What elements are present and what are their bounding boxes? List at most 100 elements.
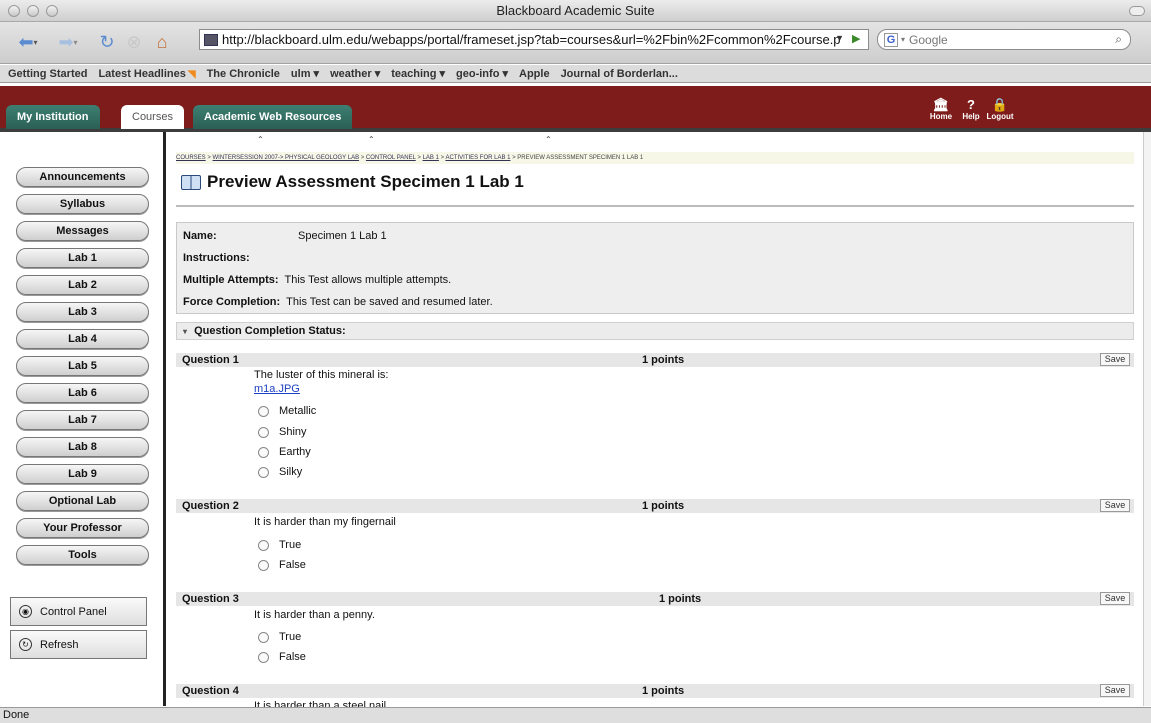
help-icon: ? (967, 97, 975, 112)
bookmark-teaching[interactable]: teaching ▾ (391, 67, 445, 80)
question-1-option-earthy[interactable]: Earthy (258, 446, 311, 458)
save-button[interactable]: Save (1100, 592, 1130, 605)
sidebar-item-lab-6[interactable]: Lab 6 (16, 383, 149, 403)
option-label: True (279, 631, 302, 643)
header-help-link[interactable]: ? Help (958, 98, 984, 121)
bookmark-geo-info[interactable]: geo-info ▾ (456, 67, 508, 80)
info-name-row: Name: Specimen 1 Lab 1 (183, 230, 387, 242)
question-completion-status-toggle[interactable]: ▾ Question Completion Status: (176, 322, 1134, 340)
sidebar-item-tools[interactable]: Tools (16, 545, 149, 565)
tab-academic-web-resources[interactable]: Academic Web Resources (193, 105, 353, 129)
back-arrow-icon: ⬅ (18, 31, 34, 52)
info-instructions-row: Instructions: (183, 252, 250, 264)
breadcrumb-courses[interactable]: COURSES (176, 155, 206, 161)
bookmark-apple[interactable]: Apple (519, 68, 550, 80)
url-bar[interactable]: http://blackboard.ulm.edu/webapps/portal… (199, 29, 869, 50)
search-input[interactable]: G ▾ Google ⌕ (877, 29, 1131, 50)
question-3-option-false[interactable]: False (258, 651, 306, 663)
question-2-option-false[interactable]: False (258, 559, 306, 571)
go-button[interactable]: ▶ (852, 32, 860, 45)
chevron-down-icon: ▾ (33, 37, 38, 47)
breadcrumb-lab-1[interactable]: LAB 1 (423, 155, 439, 161)
page-title: Preview Assessment Specimen 1 Lab 1 (181, 172, 524, 192)
save-button[interactable]: Save (1100, 684, 1130, 697)
sidebar-item-lab-5[interactable]: Lab 5 (16, 356, 149, 376)
book-icon (181, 174, 201, 190)
radio-button[interactable] (258, 631, 269, 643)
save-button[interactable]: Save (1100, 499, 1130, 512)
refresh-button[interactable]: ↻ Refresh (10, 630, 147, 659)
tab-my-institution[interactable]: My Institution (6, 105, 100, 129)
chevron-down-icon: ▾ (73, 37, 78, 47)
question-3-option-true[interactable]: True (258, 631, 301, 643)
status-text: Done (3, 709, 30, 721)
option-label: False (279, 651, 306, 663)
sidebar-item-lab-2[interactable]: Lab 2 (16, 275, 149, 295)
google-icon: G (884, 32, 898, 47)
breadcrumb-control-panel[interactable]: CONTROL PANEL (366, 155, 416, 161)
stop-button[interactable]: ⊗ (122, 30, 146, 54)
bookmark-journal[interactable]: Journal of Borderlan... (561, 68, 678, 80)
breadcrumb-course[interactable]: WINTERSESSION 2007-> PHYSICAL GEOLOGY LA… (213, 155, 360, 161)
home-button[interactable]: ⌂ (150, 30, 174, 54)
sidebar-item-lab-7[interactable]: Lab 7 (16, 410, 149, 430)
sidebar-item-your-professor[interactable]: Your Professor (16, 518, 149, 538)
sidebar-item-lab-9[interactable]: Lab 9 (16, 464, 149, 484)
sidebar-item-messages[interactable]: Messages (16, 221, 149, 241)
sidebar-item-syllabus[interactable]: Syllabus (16, 194, 149, 214)
info-attempts-value: This Test allows multiple attempts. (284, 274, 452, 286)
radio-button[interactable] (258, 426, 269, 438)
save-button[interactable]: Save (1100, 353, 1130, 366)
sidebar-item-lab-4[interactable]: Lab 4 (16, 329, 149, 349)
status-bar: Done (0, 707, 1151, 723)
radio-button[interactable] (258, 651, 269, 663)
question-1-option-shiny[interactable]: Shiny (258, 426, 307, 438)
sidebar-item-announcements[interactable]: Announcements (16, 167, 149, 187)
bookmark-weather[interactable]: weather ▾ (330, 67, 380, 80)
tab-courses[interactable]: Courses (121, 105, 184, 129)
radio-button[interactable] (258, 405, 269, 417)
sidebar-item-lab-3[interactable]: Lab 3 (16, 302, 149, 322)
question-4-header: Question 4 1 points Save (176, 684, 1134, 698)
bookmark-latest-headlines[interactable]: Latest Headlines ◥ (98, 68, 195, 80)
vertical-scrollbar[interactable] (1143, 132, 1151, 706)
home-icon: ⌂ (156, 31, 168, 52)
question-1-image-link[interactable]: m1a.JPG (254, 383, 300, 395)
search-icon[interactable]: ⌕ (1115, 32, 1122, 47)
radio-button[interactable] (258, 446, 269, 458)
close-window-button[interactable] (8, 5, 20, 17)
option-label: Metallic (279, 405, 317, 417)
bookmark-ulm[interactable]: ulm ▾ (291, 67, 319, 80)
toolbar-toggle-button[interactable] (1129, 6, 1145, 16)
rss-icon: ◥ (187, 68, 196, 80)
question-1-option-silky[interactable]: Silky (258, 466, 302, 478)
radio-button[interactable] (258, 539, 269, 551)
zoom-window-button[interactable] (46, 5, 58, 17)
question-1-option-metallic[interactable]: Metallic (258, 405, 316, 417)
question-number: Question 1 (182, 354, 239, 366)
question-2-option-true[interactable]: True (258, 539, 301, 551)
radio-button[interactable] (258, 559, 269, 571)
question-number: Question 2 (182, 500, 239, 512)
bookmark-getting-started[interactable]: Getting Started (8, 68, 87, 80)
chevron-down-icon: ▾ (901, 35, 906, 44)
radio-button[interactable] (258, 466, 269, 478)
back-button[interactable]: ⬅ ▾ (10, 30, 46, 54)
sidebar-item-optional-lab[interactable]: Optional Lab (16, 491, 149, 511)
forward-button[interactable]: ➡ ▾ (50, 30, 86, 54)
info-attempts-row: Multiple Attempts: This Test allows multi… (183, 274, 451, 286)
control-panel-button[interactable]: ◉ Control Panel (10, 597, 147, 626)
info-completion-row: Force Completion: This Test can be saved … (183, 296, 493, 308)
main-content: ⌃ ⌃ ⌃ COURSES > WINTERSESSION 2007-> PHY… (176, 132, 1139, 712)
reload-button[interactable]: ↻ (95, 30, 119, 54)
breadcrumb-activities[interactable]: ACTIVITIES FOR LAB 1 (445, 155, 510, 161)
question-points: 1 points (642, 354, 685, 366)
header-home-link[interactable]: 🏛 Home (928, 98, 954, 121)
bookmark-the-chronicle[interactable]: The Chronicle (207, 68, 280, 80)
sidebar-item-lab-8[interactable]: Lab 8 (16, 437, 149, 457)
url-history-dropdown[interactable]: ▼ (835, 33, 844, 43)
bookmark-label: Latest Headlines (98, 67, 186, 80)
sidebar-item-lab-1[interactable]: Lab 1 (16, 248, 149, 268)
minimize-window-button[interactable] (27, 5, 39, 17)
header-logout-link[interactable]: 🔒 Logout (986, 98, 1014, 121)
